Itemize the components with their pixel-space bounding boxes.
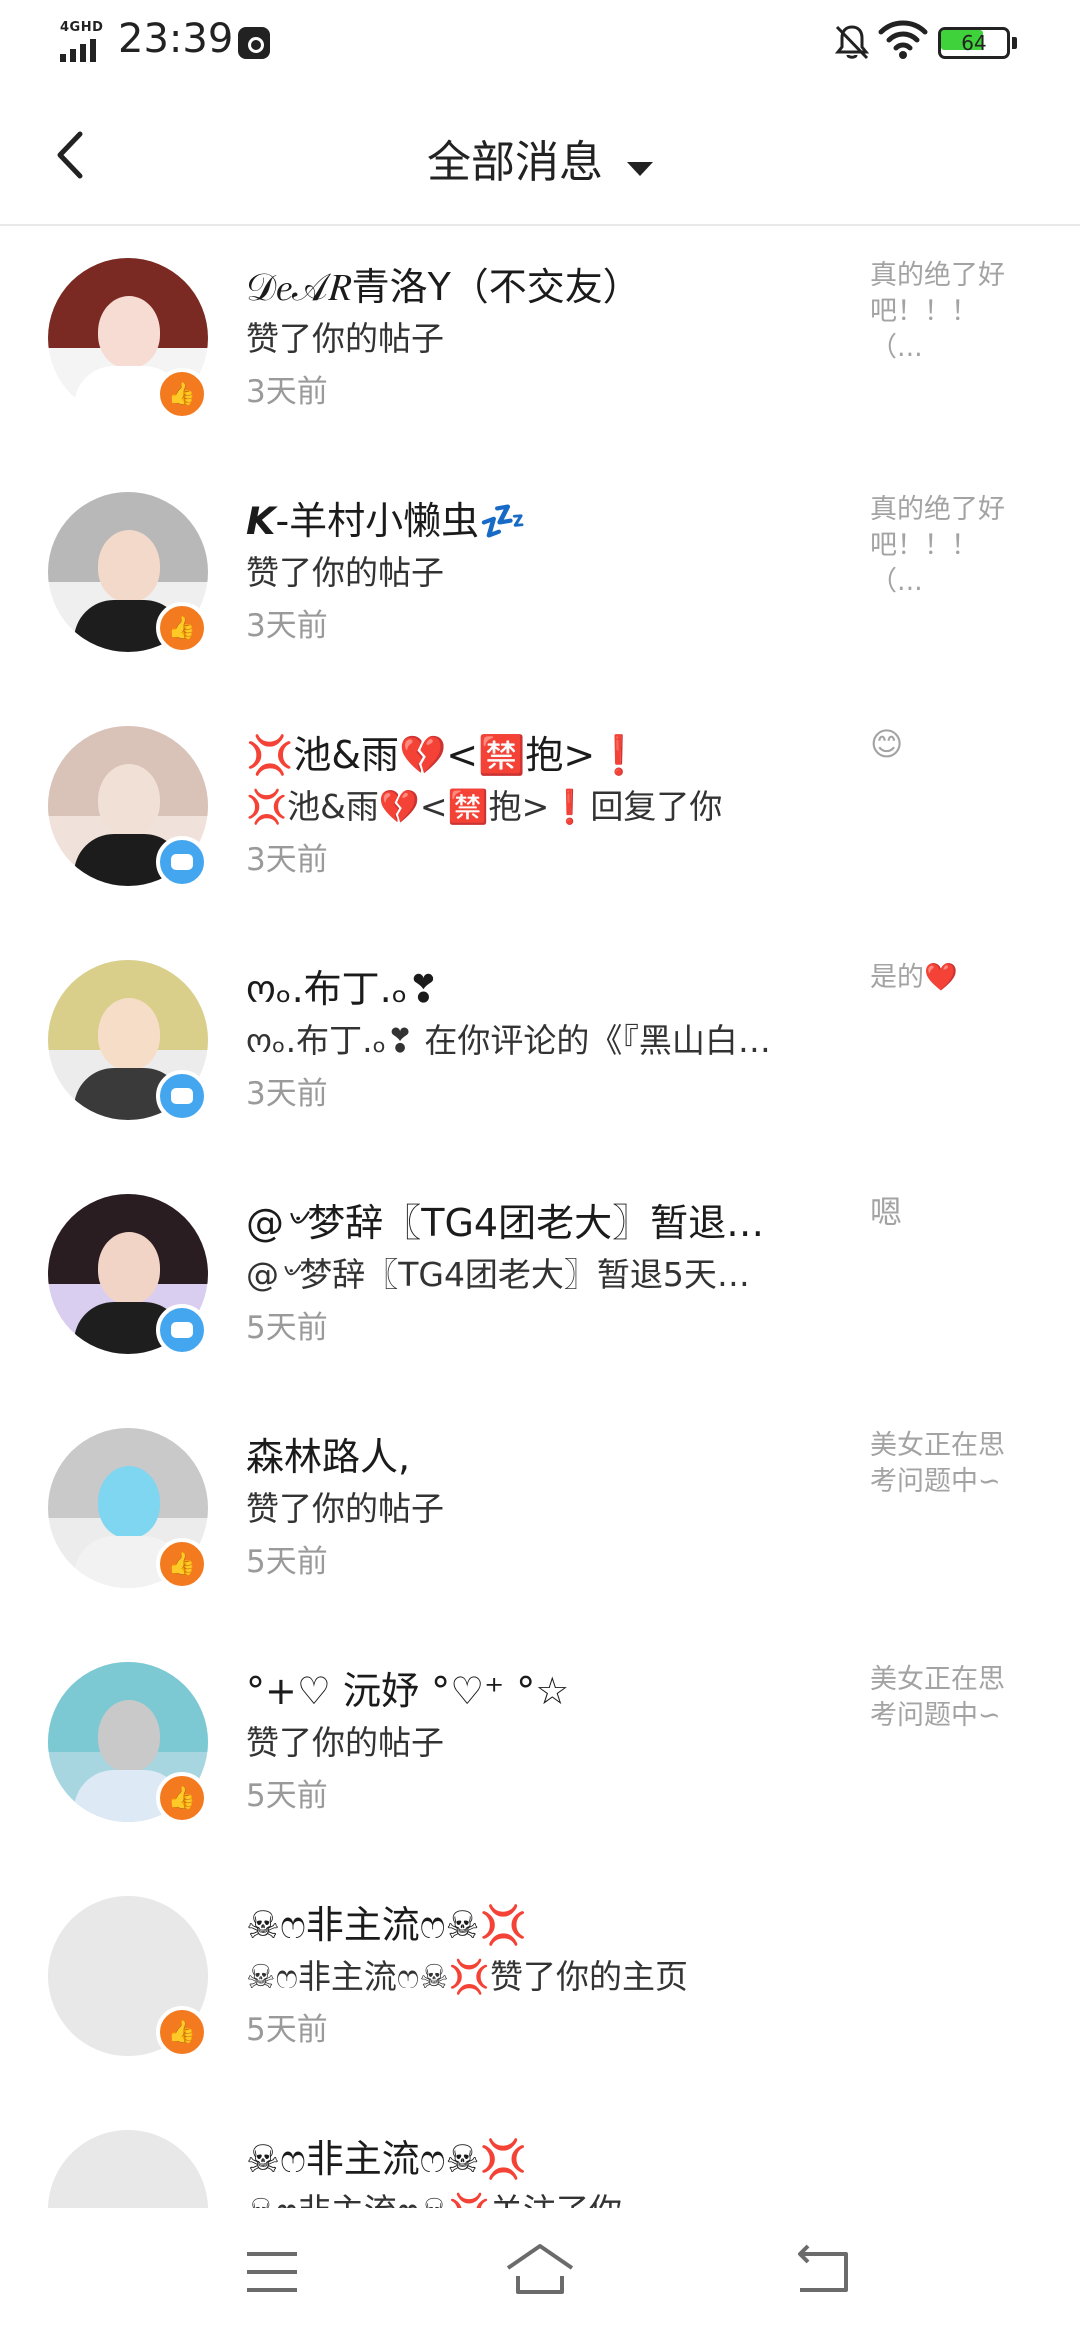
- battery-icon: 64: [938, 27, 1018, 59]
- message-action: 赞了你的帖子: [246, 1489, 444, 1528]
- comment-icon: [156, 1070, 208, 1122]
- sender-name: ოₒ.布丁.ₒ❣: [246, 967, 440, 1011]
- return-icon[interactable]: [792, 2238, 882, 2308]
- message-time: 5天前: [246, 2012, 328, 2048]
- message-row[interactable]: @৺梦辞〖TG4团老大〗暂退… @৺梦辞〖TG4团老大〗暂退5天… 5天前嗯: [0, 1164, 1080, 1398]
- message-time: 5天前: [246, 1544, 328, 1580]
- message-row[interactable]: 👍 𝒟𝑒𝒜𝑅青洛Y（不交友） 赞了你的帖子 3天前 真的绝了好吧！！！（...: [0, 228, 1080, 462]
- message-time: 3天前: [246, 374, 328, 410]
- system-nav-bar: [0, 2208, 1080, 2340]
- message-row[interactable]: 👍 °+♡ 沅妤 °♡⁺ °☆ 赞了你的帖子 5天前 美女正在思考问题中∽: [0, 1632, 1080, 1866]
- message-action: 💢池&雨💔<🈲抱>❗回复了你: [246, 787, 723, 826]
- message-list: 👍 𝒟𝑒𝒜𝑅青洛Y（不交友） 赞了你的帖子 3天前 真的绝了好吧！！！（... 👍 𝙆-羊村…: [0, 228, 1080, 2208]
- thumbs-up-icon: 👍: [156, 368, 208, 420]
- status-time: 23:39: [118, 16, 234, 62]
- network-type: 4GHD: [60, 20, 104, 35]
- mute-bell-icon: [834, 25, 870, 60]
- message-row[interactable]: 👍 森林路人, 赞了你的帖子 5天前 美女正在思考问题中∽: [0, 1398, 1080, 1632]
- title-dropdown[interactable]: 全部消息: [0, 126, 1080, 190]
- content-preview: 真的绝了好吧！！！（...: [870, 494, 1005, 597]
- caret-down-icon: [627, 161, 653, 176]
- message-row[interactable]: 👍 ☠ෆ非主流ෆ☠💢 ☠ෆ非主流ෆ☠💢赞了你的主页 5天前: [0, 1866, 1080, 2100]
- message-time: 3天前: [246, 608, 328, 644]
- message-row[interactable]: 👍 𝙆-羊村小懒虫💤 赞了你的帖子 3天前 真的绝了好吧！！！（...: [0, 462, 1080, 696]
- message-time: 5天前: [246, 1310, 328, 1346]
- top-header: 全部消息: [0, 84, 1080, 226]
- message-action: ოₒ.布丁.ₒ❣ 在你评论的《『黑山白…: [246, 1021, 771, 1060]
- thumbs-up-icon: 👍: [156, 1772, 208, 1824]
- message-action: ☠ෆ非主流ෆ☠💢赞了你的主页: [246, 1957, 688, 1996]
- message-action: 赞了你的帖子: [246, 319, 444, 358]
- content-preview: 美女正在思考问题中∽: [870, 1664, 1005, 1731]
- message-action: 赞了你的帖子: [246, 553, 444, 592]
- app-notification-icon: [238, 27, 270, 59]
- thumbs-up-icon: 👍: [156, 2006, 208, 2058]
- message-action: ☠ෆ非主流ෆ☠💢关注了你: [246, 2184, 836, 2208]
- avatar[interactable]: [48, 2130, 208, 2208]
- message-row[interactable]: 💢池&雨💔<🈲抱>❗ 💢池&雨💔<🈲抱>❗回复了你 3天前 😊: [0, 696, 1080, 930]
- thumbs-up-icon: 👍: [156, 602, 208, 654]
- battery-percent: 64: [961, 31, 987, 55]
- menu-lines-icon[interactable]: [244, 2238, 334, 2308]
- sender-name: ☠ෆ非主流ෆ☠💢: [246, 1903, 527, 1947]
- sender-name: °+♡ 沅妤 °♡⁺ °☆: [246, 1669, 570, 1713]
- sender-name: 💢池&雨💔<🈲抱>❗: [246, 733, 643, 777]
- message-row[interactable]: ☠ෆ非主流ෆ☠💢 ☠ෆ非主流ෆ☠💢关注了你: [0, 2100, 1080, 2208]
- wifi-icon: [878, 20, 928, 59]
- sender-name: 𝒟𝑒𝒜𝑅青洛Y（不交友）: [246, 265, 641, 309]
- thumbs-up-icon: 👍: [156, 1538, 208, 1590]
- content-preview: 真的绝了好吧！！！（...: [870, 260, 1005, 363]
- status-bar: 4GHD 23:39 64: [0, 0, 1080, 84]
- message-time: 5天前: [246, 1778, 328, 1814]
- comment-icon: [156, 1304, 208, 1356]
- content-preview: 美女正在思考问题中∽: [870, 1430, 1005, 1497]
- content-preview: 😊: [870, 726, 904, 762]
- message-action: 赞了你的帖子: [246, 1723, 444, 1762]
- sender-name: 𝙆-羊村小懒虫💤: [246, 499, 527, 543]
- message-time: 3天前: [246, 1076, 328, 1112]
- sender-name: 森林路人,: [246, 1435, 411, 1479]
- message-time: 3天前: [246, 842, 328, 878]
- sender-name: ☠ෆ非主流ෆ☠💢: [246, 2137, 527, 2181]
- page-title: 全部消息: [427, 137, 603, 188]
- home-icon[interactable]: [500, 2238, 590, 2308]
- signal-icon: 4GHD: [58, 20, 110, 62]
- message-row[interactable]: ოₒ.布丁.ₒ❣ ოₒ.布丁.ₒ❣ 在你评论的《『黑山白… 3天前 是的❤️: [0, 930, 1080, 1164]
- comment-icon: [156, 836, 208, 888]
- content-preview: 是的❤️: [870, 962, 958, 993]
- message-action: @৺梦辞〖TG4团老大〗暂退5天…: [246, 1255, 750, 1294]
- content-preview: 嗯: [870, 1194, 903, 1230]
